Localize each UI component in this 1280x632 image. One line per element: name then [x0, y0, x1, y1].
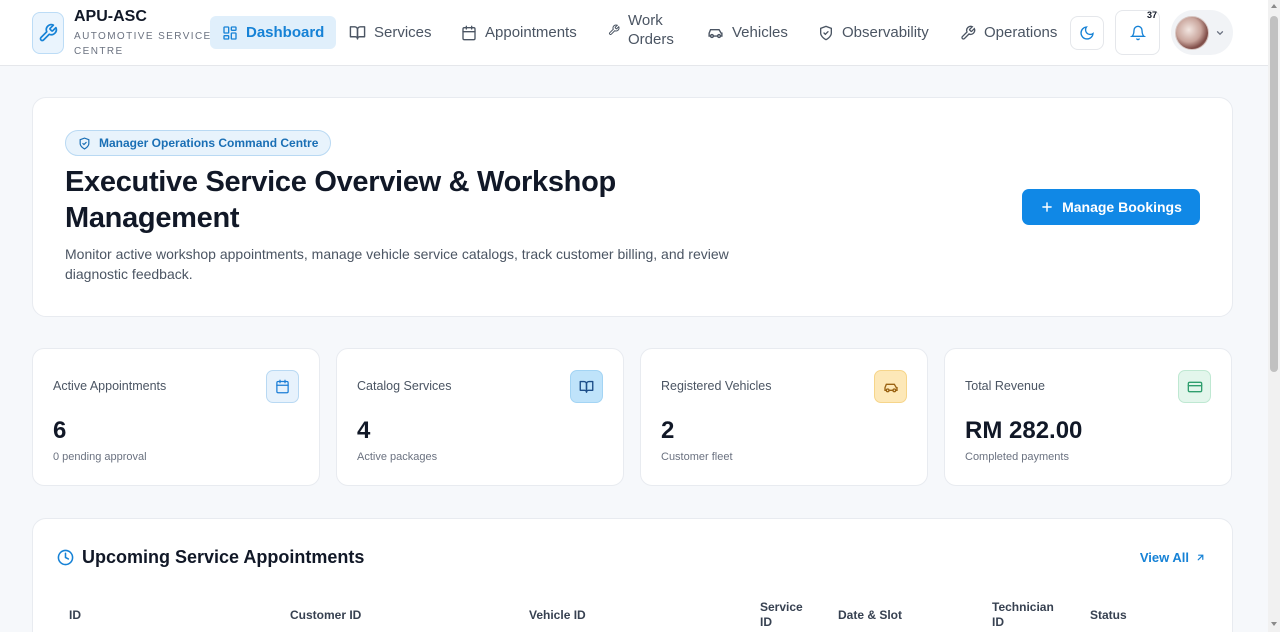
- brand-subtitle: AUTOMOTIVE SERVICE CENTRE: [74, 31, 212, 57]
- shield-check-icon: [820, 25, 832, 40]
- stat-subtext: Active packages: [357, 451, 438, 463]
- user-menu[interactable]: [1171, 10, 1233, 55]
- car-icon: [708, 28, 723, 39]
- brand-name: APU-ASC: [74, 8, 147, 25]
- manage-bookings-label: Manage Bookings: [1062, 199, 1182, 215]
- stat-label: Total Revenue: [965, 379, 1045, 393]
- stat-label: Catalog Services: [357, 379, 452, 393]
- section-title-label: Upcoming Service Appointments: [82, 547, 365, 567]
- logo[interactable]: [32, 12, 64, 54]
- avatar: [1175, 15, 1209, 50]
- stat-value: 2: [661, 417, 675, 444]
- scroll-up-arrow-icon[interactable]: [1271, 4, 1277, 8]
- column-header-id[interactable]: ID: [69, 608, 81, 623]
- calendar-icon: [462, 25, 476, 40]
- nav-operations[interactable]: Operations: [948, 16, 1069, 49]
- hero-card: Manager Operations Command Centre Execut…: [32, 97, 1233, 317]
- clock-icon: [57, 549, 74, 566]
- stat-subtext: Completed payments: [965, 451, 1069, 463]
- wrench-icon: [39, 23, 58, 42]
- theme-toggle-button[interactable]: [1070, 16, 1104, 50]
- column-header-service-id[interactable]: Service ID: [760, 600, 816, 630]
- stat-value: 6: [53, 417, 67, 444]
- plus-icon: [1042, 202, 1052, 212]
- upcoming-appointments-card: Upcoming Service Appointments View All I…: [32, 518, 1233, 632]
- car-icon: [874, 370, 907, 403]
- nav-dashboard[interactable]: Dashboard: [210, 16, 337, 49]
- wrench-icon: [961, 25, 976, 40]
- notification-count-badge: 37: [1147, 10, 1158, 20]
- stat-card-catalog-services: Catalog Services 4 Active packages: [336, 348, 624, 486]
- book-open-icon: [349, 26, 366, 40]
- nav-vehicles-label: Vehicles: [732, 24, 788, 41]
- column-header-customer-id[interactable]: Customer ID: [290, 608, 361, 623]
- stat-label: Active Appointments: [53, 379, 167, 393]
- arrow-up-right-icon: [1197, 554, 1204, 561]
- stat-subtext: Customer fleet: [661, 451, 733, 463]
- scroll-down-arrow-icon[interactable]: [1271, 622, 1277, 626]
- stat-card-active-appointments: Active Appointments 6 0 pending approval: [32, 348, 320, 486]
- page-scrollbar[interactable]: [1268, 0, 1280, 632]
- role-pill-label: Manager Operations Command Centre: [99, 136, 319, 150]
- nav-observability[interactable]: Observability: [806, 16, 941, 49]
- stat-value: RM 282.00: [965, 417, 1083, 444]
- section-title: Upcoming Service Appointments: [57, 547, 364, 568]
- stat-subtext: 0 pending approval: [53, 451, 147, 463]
- credit-card-icon: [1178, 370, 1211, 403]
- scrollbar-thumb[interactable]: [1270, 16, 1278, 372]
- nav-work-orders[interactable]: Work Orders: [596, 11, 694, 48]
- nav-appointments-label: Appointments: [485, 24, 577, 41]
- column-header-status[interactable]: Status: [1090, 608, 1127, 623]
- shield-check-icon: [79, 136, 90, 150]
- page-title: Executive Service Overview & Workshop Ma…: [65, 166, 616, 234]
- stat-label: Registered Vehicles: [661, 379, 772, 393]
- wrench-icon: [608, 24, 620, 35]
- page-description: Monitor active workshop appointments, ma…: [65, 246, 729, 282]
- nav-appointments[interactable]: Appointments: [449, 16, 589, 49]
- role-pill: Manager Operations Command Centre: [65, 130, 332, 156]
- calendar-icon: [266, 370, 299, 403]
- nav-observability-label: Observability: [842, 24, 929, 41]
- stat-card-total-revenue: Total Revenue RM 282.00 Completed paymen…: [944, 348, 1232, 486]
- nav-work-orders-label: Work Orders: [628, 11, 674, 48]
- nav-dashboard-label: Dashboard: [246, 24, 325, 41]
- nav-services-label: Services: [374, 24, 432, 41]
- column-header-date-slot[interactable]: Date & Slot: [838, 608, 902, 623]
- nav-operations-label: Operations: [984, 24, 1058, 41]
- manage-bookings-button[interactable]: Manage Bookings: [1022, 189, 1200, 225]
- nav-services[interactable]: Services: [337, 16, 444, 49]
- stat-card-registered-vehicles: Registered Vehicles 2 Customer fleet: [640, 348, 928, 486]
- chevron-down-icon: [1216, 30, 1224, 35]
- view-all-label: View All: [1139, 550, 1189, 565]
- bell-icon: [1129, 25, 1146, 40]
- nav-vehicles[interactable]: Vehicles: [695, 16, 800, 49]
- stat-value: 4: [357, 417, 371, 444]
- view-all-link[interactable]: View All: [1140, 550, 1206, 565]
- top-navbar: APU-ASC AUTOMOTIVE SERVICE CENTRE Dashbo…: [0, 0, 1268, 66]
- moon-icon: [1080, 26, 1094, 40]
- column-header-technician-id[interactable]: Technician ID: [992, 600, 1062, 630]
- column-header-vehicle-id[interactable]: Vehicle ID: [529, 608, 586, 623]
- grid-icon: [223, 25, 237, 40]
- book-icon: [570, 370, 603, 403]
